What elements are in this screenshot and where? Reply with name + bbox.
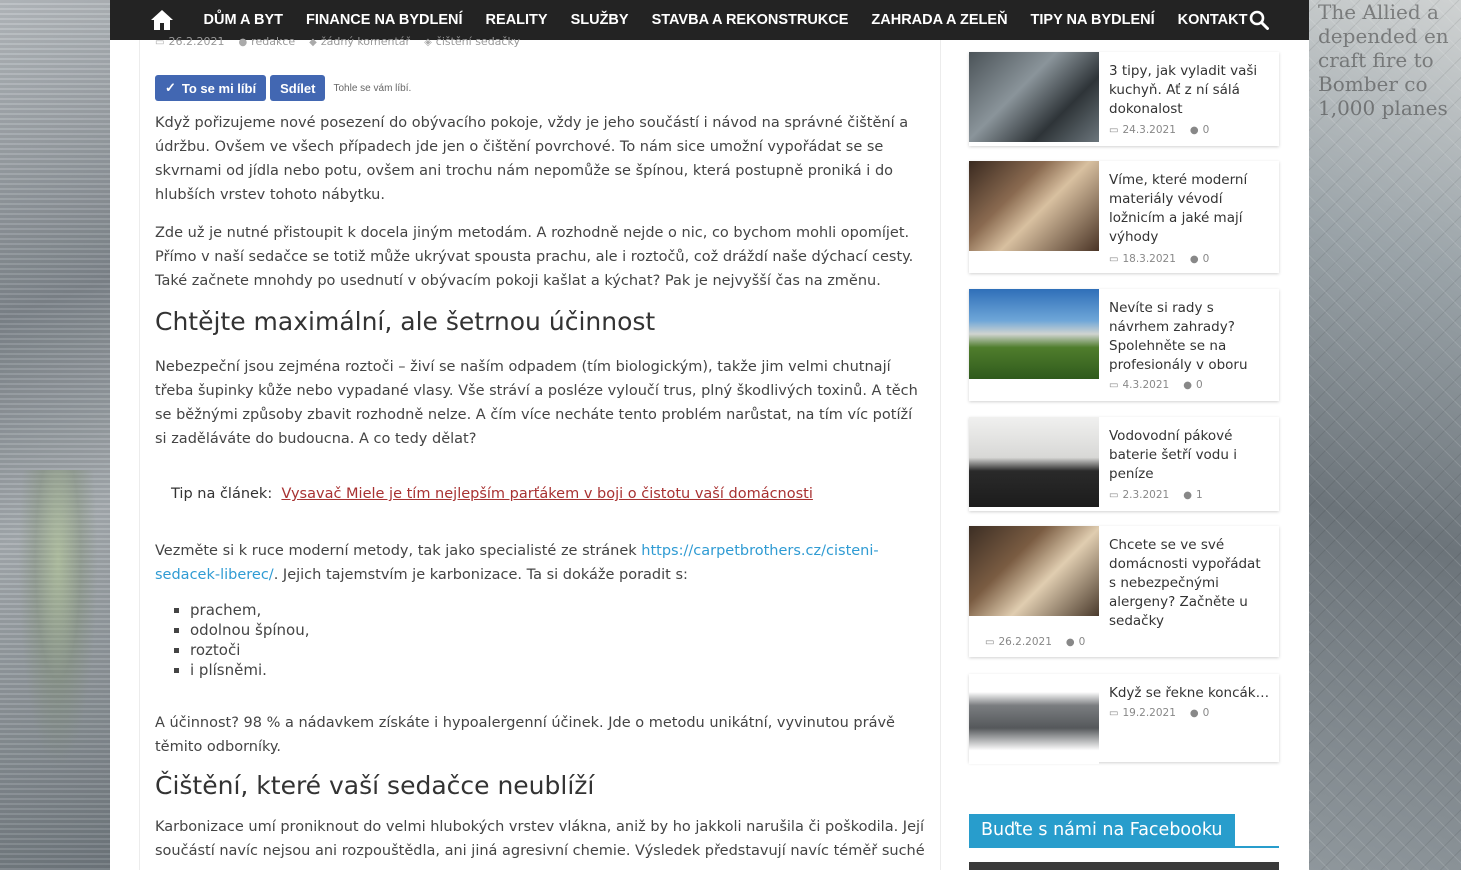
comment-icon: ● [1183, 490, 1192, 501]
cleaning-list: prachem, odolnou špínou, roztoči i plísn… [155, 600, 925, 680]
article: ▭ 26.2.2021 ● redakce ◆ žádný komentář ◈ čiš… [139, 35, 941, 870]
sidebar-post-meta: ▭ 24.3.2021 ● 0 [1109, 124, 1210, 136]
sidebar-post[interactable]: Vodovodní pákové baterie šetří vodu i pe… [969, 417, 1279, 511]
sidebar-post[interactable]: Když se řekne koncák… ▭ 19.2.2021 ● 0 [969, 674, 1279, 764]
paragraph-5: A účinnost? 98 % a nádavkem získáte i hy… [155, 715, 895, 755]
facebook-widget-title: Buďte s námi na Facebooku [969, 814, 1235, 846]
post-thumbnail-limit-switch[interactable] [969, 674, 1099, 764]
facebook-widget-frame[interactable] [969, 862, 1279, 870]
paragraph-6: Karbonizace umí proniknout do velmi hlub… [155, 819, 925, 859]
comment-icon: ● [1065, 637, 1075, 648]
heading-2: Čištění, které vaší sedačce neublíží [155, 771, 595, 800]
post-thumbnail-living-room[interactable] [969, 526, 1099, 616]
nav-item-zahrada[interactable]: ZAHRADA A ZELEŇ [860, 12, 1019, 28]
facebook-buttons: ✓ To se mi líbí Sdílet Tohle se vám líbí… [155, 75, 411, 101]
check-icon: ✓ [165, 80, 176, 95]
sidebar-post-title[interactable]: Vodovodní pákové baterie šetří vodu i pe… [1109, 427, 1269, 484]
top-navigation: DŮM A BYT FINANCE NA BYDLENÍ REALITY SLU… [110, 0, 1309, 40]
comment-icon: ◆ [309, 37, 317, 48]
facebook-like-note: Tohle se vám líbí. [333, 82, 412, 94]
paragraph-1: Když pořizujeme nové posezení do obývací… [155, 115, 909, 203]
comment-icon: ● [1189, 708, 1199, 719]
facebook-widget-underline [969, 846, 1279, 848]
calendar-icon: ▭ [1109, 254, 1119, 265]
paragraph-4: Vezměte si k ruce moderní metody, tak ja… [155, 543, 879, 583]
sidebar-post-meta: ▭ 4.3.2021 ● 0 [1109, 379, 1203, 391]
background-newspaper-text: The Allied a depended en craft fire to B… [1318, 0, 1449, 120]
post-thumbnail-bedroom[interactable] [969, 161, 1099, 251]
sidebar-post-meta: ▭ 2.3.2021 ● 1 [1109, 489, 1203, 501]
calendar-icon: ▭ [1109, 708, 1119, 719]
comment-icon: ● [1183, 380, 1192, 391]
sidebar-post-title[interactable]: Víme, které moderní materiály vévodí lož… [1109, 171, 1269, 247]
list-item: i plísněmi. [190, 660, 925, 680]
tip-link[interactable]: Vysavač Miele je tím nejlepším parťákem … [281, 486, 812, 502]
calendar-icon: ▭ [155, 37, 165, 48]
post-tag[interactable]: čištění sedačky [436, 35, 520, 48]
nav-item-kontakt[interactable]: KONTAKT [1166, 12, 1259, 28]
paragraph-3: Nebezpeční jsou zejména roztoči – živí s… [155, 359, 918, 447]
nav-item-tipy[interactable]: TIPY NA BYDLENÍ [1019, 12, 1166, 28]
background-collage-right [1309, 0, 1461, 870]
list-item: odolnou špínou, [190, 620, 925, 640]
sidebar-post-meta: ▭ 19.2.2021 ● 0 [1109, 707, 1210, 719]
list-item: prachem, [190, 600, 925, 620]
calendar-icon: ▭ [985, 637, 995, 648]
sidebar-post-title[interactable]: Když se řekne koncák… [1109, 684, 1274, 703]
facebook-share-button[interactable]: Sdílet [270, 75, 326, 101]
sidebar-post[interactable]: 3 tipy, jak vyladit vaši kuchyň. Ať z ní… [969, 52, 1279, 146]
post-thumbnail-garden[interactable] [969, 289, 1099, 379]
calendar-icon: ▭ [1109, 380, 1119, 391]
post-date[interactable]: 26.2.2021 [168, 35, 224, 48]
sidebar-post-title[interactable]: Chcete se ve své domácnosti vypořádat s … [1109, 536, 1269, 631]
sidebar-post[interactable]: Chcete se ve své domácnosti vypořádat s … [969, 526, 1279, 657]
home-icon[interactable] [150, 9, 174, 31]
sidebar-post-meta: ▭ 18.3.2021 ● 0 [1109, 253, 1210, 265]
article-content: Když pořizujeme nové posezení do obývací… [155, 110, 925, 863]
sidebar-post[interactable]: Nevíte si rady s návrhem zahrady? Spoleh… [969, 289, 1279, 401]
post-meta: ▭ 26.2.2021 ● redakce ◆ žádný komentář ◈ čiš… [155, 35, 520, 48]
post-thumbnail-kitchen[interactable] [969, 52, 1099, 142]
nav-item-sluzby[interactable]: SLUŽBY [559, 12, 640, 28]
post-author[interactable]: redakce [251, 35, 295, 48]
background-plant [18, 470, 98, 770]
tip-paragraph: Tip na článek: Vysavač Miele je tím nejl… [155, 482, 925, 506]
nav-item-reality[interactable]: REALITY [474, 12, 559, 28]
calendar-icon: ▭ [1109, 490, 1119, 501]
calendar-icon: ▭ [1109, 125, 1119, 136]
search-icon[interactable] [1249, 10, 1269, 30]
tag-icon: ◈ [424, 37, 432, 48]
nav-item-dum-a-byt[interactable]: DŮM A BYT [192, 12, 294, 28]
sidebar-post-meta: ▭ 26.2.2021 ● 0 [985, 636, 1086, 648]
facebook-like-button[interactable]: ✓ To se mi líbí [155, 75, 267, 101]
list-item: roztoči [190, 640, 925, 660]
sidebar-post[interactable]: Víme, které moderní materiály vévodí lož… [969, 161, 1279, 273]
user-icon: ● [238, 37, 248, 48]
post-comments[interactable]: žádný komentář [321, 35, 410, 48]
tip-label: Tip na článek: [171, 486, 273, 502]
page-container: ▭ 26.2.2021 ● redakce ◆ žádný komentář ◈ čiš… [110, 35, 1309, 870]
nav-item-stavba[interactable]: STAVBA A REKONSTRUKCE [640, 12, 860, 28]
sidebar: 3 tipy, jak vyladit vaši kuchyň. Ať z ní… [969, 40, 1279, 870]
sidebar-post-title[interactable]: 3 tipy, jak vyladit vaši kuchyň. Ať z ní… [1109, 62, 1269, 119]
comment-icon: ● [1189, 254, 1199, 265]
post-thumbnail-faucet[interactable] [969, 417, 1099, 507]
comment-icon: ● [1189, 125, 1199, 136]
paragraph-2: Zde už je nutné přistoupit k docela jiný… [155, 225, 914, 289]
heading-1: Chtějte maximální, ale šetrnou účinnost [155, 307, 656, 336]
sidebar-post-title[interactable]: Nevíte si rady s návrhem zahrady? Spoleh… [1109, 299, 1269, 375]
nav-item-finance[interactable]: FINANCE NA BYDLENÍ [294, 12, 474, 28]
